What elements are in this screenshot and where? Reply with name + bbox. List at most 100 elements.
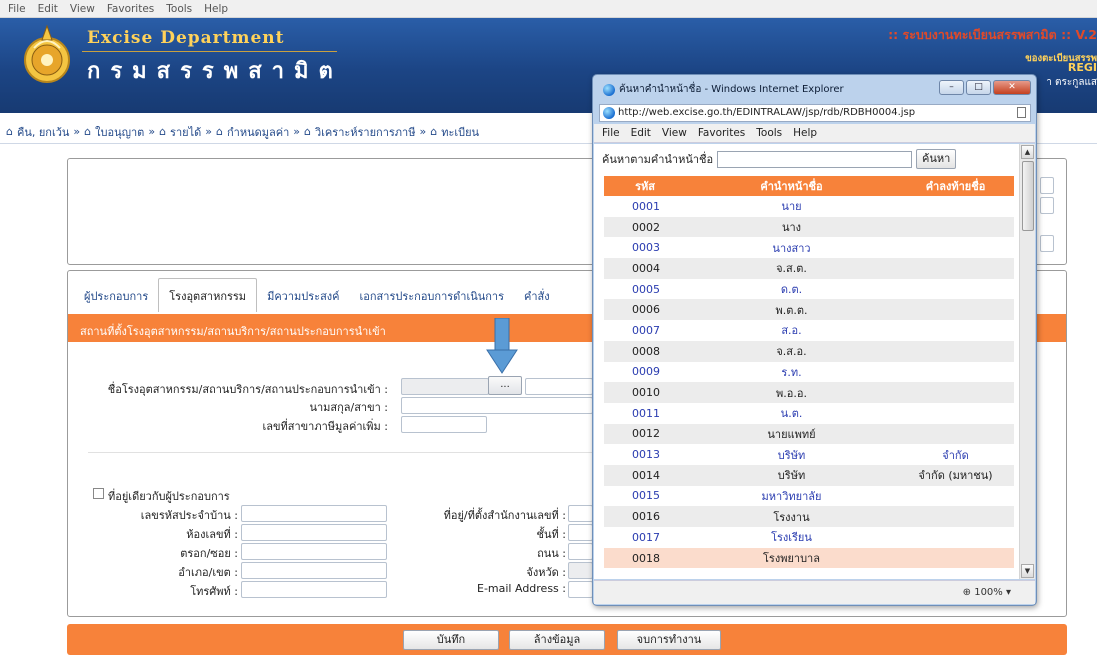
cell-suffix <box>897 382 1014 403</box>
search-input[interactable] <box>717 150 913 168</box>
cell-prefix: มหาวิทยาลัย <box>686 485 897 507</box>
maximize-button[interactable]: □ <box>966 80 991 95</box>
surname-field[interactable] <box>401 397 593 414</box>
cell-code: 0003 <box>604 237 686 259</box>
menu-tools[interactable]: Tools <box>166 3 192 15</box>
cell-suffix <box>897 216 1014 238</box>
popup-statusbar: ⊕ 100% ▾ <box>594 580 1035 604</box>
table-row[interactable]: 0013 บริษัท จำกัด <box>604 444 1014 465</box>
amphoe-field[interactable] <box>241 562 387 579</box>
tab-operator[interactable]: ผู้ประกอบการ <box>74 279 158 312</box>
road-field[interactable] <box>568 543 593 560</box>
factory-code-field[interactable] <box>401 378 489 395</box>
province-field[interactable] <box>568 562 593 579</box>
cell-suffix <box>897 527 1014 548</box>
crumb-valuation[interactable]: ⌂ กำหนดมูลค่า <box>216 123 289 141</box>
phone-field[interactable] <box>241 581 387 598</box>
room-field[interactable] <box>241 524 387 541</box>
popup-menu-view[interactable]: View <box>662 127 687 139</box>
crumb-tax-analysis[interactable]: ⌂ วิเคราะห์รายการภาษี <box>304 123 415 141</box>
popup-menu-edit[interactable]: Edit <box>631 127 651 139</box>
popup-menu-help[interactable]: Help <box>793 127 817 139</box>
popup-menu-file[interactable]: File <box>602 127 620 139</box>
province-label: จังหวัด : <box>526 566 566 579</box>
address-bar[interactable]: http://web.excise.go.th/EDINTRALAW/jsp/r… <box>599 104 1031 122</box>
zoom-level[interactable]: ⊕ 100% ▾ <box>963 587 1011 598</box>
menu-favorites[interactable]: Favorites <box>107 3 154 15</box>
save-button[interactable]: บันทึก <box>403 630 499 650</box>
home-icon: ⌂ <box>6 125 13 138</box>
scrollbar[interactable]: ▲ ▼ <box>1019 144 1035 579</box>
table-row[interactable]: 0005 ด.ต. <box>604 278 1014 300</box>
cell-prefix: พ.ต.ต. <box>686 299 897 321</box>
side-field-2[interactable] <box>1040 197 1054 214</box>
table-row[interactable]: 0011 น.ต. <box>604 402 1014 424</box>
home-icon: ⌂ <box>84 125 92 138</box>
table-row[interactable]: 0002 นาง <box>604 216 1014 238</box>
scroll-up-icon[interactable]: ▲ <box>1021 145 1034 159</box>
side-field-3[interactable] <box>1040 235 1054 252</box>
table-row[interactable]: 0004 จ.ส.ต. <box>604 258 1014 279</box>
table-row[interactable]: 0007 ส.อ. <box>604 320 1014 341</box>
system-region: REGI <box>1067 61 1097 74</box>
home-icon: ⌂ <box>216 125 223 138</box>
popup-menu-tools[interactable]: Tools <box>756 127 782 139</box>
table-row[interactable]: 0008 จ.ส.อ. <box>604 340 1014 362</box>
cell-prefix: โรงเรียน <box>686 527 897 548</box>
tab-documents[interactable]: เอกสารประกอบการดำเนินการ <box>350 279 514 312</box>
floor-label: ชั้นที่ : <box>536 528 566 541</box>
side-field-1[interactable] <box>1040 177 1054 194</box>
menu-help[interactable]: Help <box>204 3 228 15</box>
table-row[interactable]: 0012 นายแพทย์ <box>604 423 1014 445</box>
search-button[interactable]: ค้นหา <box>916 149 957 169</box>
finish-button[interactable]: จบการทำงาน <box>617 630 721 650</box>
table-row[interactable]: 0014 บริษัท จำกัด (มหาชน) <box>604 464 1014 486</box>
lookup-button[interactable]: ... <box>488 376 522 395</box>
floor-field[interactable] <box>568 524 593 541</box>
clear-button[interactable]: ล้างข้อมูล <box>509 630 605 650</box>
table-row[interactable]: 0009 ร.ท. <box>604 361 1014 383</box>
crumb-revenue[interactable]: ⌂ รายได้ <box>159 123 201 141</box>
house-code-label: เลขรหัสประจำบ้าน : <box>140 509 238 522</box>
table-row[interactable]: 0018 โรงพยาบาล <box>604 547 1014 569</box>
cell-prefix: พ.อ.อ. <box>686 382 897 403</box>
office-address-field[interactable] <box>568 505 593 522</box>
table-row[interactable]: 0006 พ.ต.ต. <box>604 299 1014 321</box>
close-button[interactable]: ✕ <box>993 80 1031 95</box>
cell-prefix: โรงพยาบาล <box>686 547 897 569</box>
menu-edit[interactable]: Edit <box>38 3 58 15</box>
table-row[interactable]: 0016 โรงงาน <box>604 506 1014 527</box>
tab-factory[interactable]: โรงอุตสาหกรรม <box>158 278 258 312</box>
email-field[interactable] <box>568 581 593 598</box>
same-address-checkbox[interactable] <box>93 488 104 499</box>
scroll-thumb[interactable] <box>1022 161 1034 231</box>
soi-field[interactable] <box>241 543 387 560</box>
crumb-license[interactable]: ⌂ ใบอนุญาต <box>84 123 144 141</box>
cell-prefix: นาย <box>686 196 897 217</box>
crumb-refund[interactable]: ⌂ คืน, ยกเว้น <box>6 123 69 141</box>
table-row[interactable]: 0010 พ.อ.อ. <box>604 382 1014 403</box>
cell-suffix <box>897 485 1014 507</box>
search-row: ค้นหาตามคำนำหน้าชื่อ ค้นหา <box>602 149 957 169</box>
cell-prefix: บริษัท <box>686 464 897 486</box>
cell-suffix <box>897 547 1014 569</box>
crumb-registration[interactable]: ⌂ ทะเบียน <box>430 123 479 141</box>
tab-orders[interactable]: คำสั่ง <box>514 279 560 312</box>
popup-menu-favorites[interactable]: Favorites <box>698 127 745 139</box>
menu-view[interactable]: View <box>70 3 95 15</box>
minimize-button[interactable]: – <box>939 80 964 95</box>
table-row[interactable]: 0015 มหาวิทยาลัย <box>604 485 1014 507</box>
table-row[interactable]: 0017 โรงเรียน <box>604 527 1014 548</box>
table-row[interactable]: 0003 นางสาว <box>604 237 1014 259</box>
factory-name-field[interactable] <box>525 378 593 395</box>
menu-file[interactable]: File <box>8 3 26 15</box>
scroll-down-icon[interactable]: ▼ <box>1021 564 1034 578</box>
cell-suffix <box>897 423 1014 445</box>
table-row[interactable]: 0001 นาย <box>604 196 1014 217</box>
house-code-field[interactable] <box>241 505 387 522</box>
user-name: า ตระกูลแส <box>1046 77 1097 88</box>
cell-prefix: นางสาว <box>686 237 897 259</box>
cell-suffix <box>897 320 1014 341</box>
vat-branch-field[interactable] <box>401 416 487 433</box>
tab-purpose[interactable]: มีความประสงค์ <box>257 279 349 312</box>
